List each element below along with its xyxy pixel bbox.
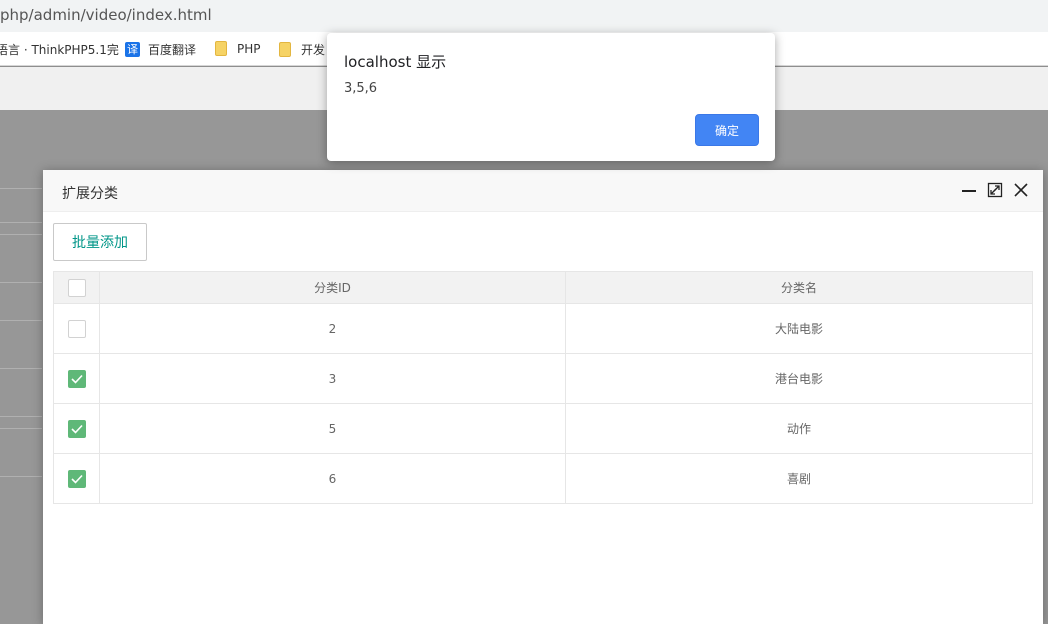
select-all-checkbox[interactable] bbox=[67, 278, 86, 297]
row-checkbox[interactable] bbox=[67, 419, 86, 438]
row-checkbox[interactable] bbox=[67, 469, 86, 488]
bookmark-php[interactable]: PHP bbox=[215, 41, 261, 56]
dialog-title: 扩展分类 bbox=[62, 186, 118, 202]
check-icon bbox=[70, 474, 83, 484]
close-icon[interactable] bbox=[1013, 182, 1029, 198]
category-table: 分类ID 分类名 2 大陆电影 3 港台电影 5 动作 6 喜剧 bbox=[53, 271, 1033, 504]
header-check-cell bbox=[53, 271, 100, 304]
dialog-window-controls bbox=[961, 182, 1029, 198]
category-name-cell: 动作 bbox=[565, 403, 1033, 454]
translate-icon: 译 bbox=[125, 42, 140, 57]
table-row[interactable]: 6 喜剧 bbox=[53, 453, 1033, 504]
browser-alert-dialog: localhost 显示 3,5,6 确定 bbox=[327, 33, 775, 161]
column-header-name[interactable]: 分类名 bbox=[565, 271, 1033, 304]
background-row-line bbox=[0, 416, 42, 417]
category-id-cell: 6 bbox=[99, 453, 566, 504]
bookmark-label: 开发 bbox=[301, 43, 326, 57]
background-row-line bbox=[0, 368, 42, 369]
category-id-cell: 3 bbox=[99, 353, 566, 404]
row-check-cell bbox=[53, 353, 100, 404]
alert-ok-button[interactable]: 确定 bbox=[695, 114, 759, 146]
check-icon bbox=[70, 374, 83, 384]
column-header-id[interactable]: 分类ID bbox=[99, 271, 566, 304]
row-check-cell bbox=[53, 303, 100, 354]
bookmark-label: PHP bbox=[237, 41, 261, 56]
category-name-cell: 港台电影 bbox=[565, 353, 1033, 404]
bookmark-dev[interactable]: 开发 bbox=[279, 41, 325, 58]
address-bar[interactable]: php/admin/video/index.html bbox=[0, 0, 1048, 32]
minimize-icon[interactable] bbox=[961, 182, 977, 198]
bookmark-label: 百度翻译 bbox=[148, 43, 197, 57]
background-row-line bbox=[0, 428, 42, 429]
maximize-icon[interactable] bbox=[987, 182, 1003, 198]
bookmark-thinkphp[interactable]: 语言 · ThinkPHP5.1完 bbox=[0, 41, 119, 58]
background-row-line bbox=[0, 476, 42, 477]
bookmark-label: 语言 · ThinkPHP5.1完 bbox=[0, 43, 119, 57]
category-name-cell: 大陆电影 bbox=[565, 303, 1033, 354]
dialog-titlebar[interactable]: 扩展分类 bbox=[43, 170, 1043, 212]
url-text[interactable]: php/admin/video/index.html bbox=[0, 6, 212, 24]
background-row-line bbox=[0, 320, 42, 321]
row-checkbox[interactable] bbox=[67, 369, 86, 388]
background-row-line bbox=[0, 234, 42, 235]
background-row-line bbox=[0, 222, 42, 223]
folder-icon bbox=[279, 42, 291, 57]
table-row[interactable]: 3 港台电影 bbox=[53, 353, 1033, 404]
row-check-cell bbox=[53, 453, 100, 504]
batch-add-button[interactable]: 批量添加 bbox=[53, 223, 147, 261]
row-check-cell bbox=[53, 403, 100, 454]
category-name-cell: 喜剧 bbox=[565, 453, 1033, 504]
table-row[interactable]: 5 动作 bbox=[53, 403, 1033, 454]
alert-message: 3,5,6 bbox=[344, 81, 378, 96]
table-row[interactable]: 2 大陆电影 bbox=[53, 303, 1033, 354]
table-header-row: 分类ID 分类名 bbox=[53, 271, 1033, 304]
extend-category-dialog: 扩展分类 批量添加 分类ID 分类名 2 大陆电影 3 港台电影 5 动作 6 … bbox=[43, 170, 1043, 624]
bookmark-baidu-translate[interactable]: 译 百度翻译 bbox=[125, 41, 196, 58]
row-checkbox[interactable] bbox=[67, 319, 86, 338]
background-row-line bbox=[0, 188, 42, 189]
background-row-line bbox=[0, 282, 42, 283]
category-id-cell: 5 bbox=[99, 403, 566, 454]
folder-icon bbox=[215, 41, 227, 56]
alert-title: localhost 显示 bbox=[344, 53, 447, 71]
category-id-cell: 2 bbox=[99, 303, 566, 354]
check-icon bbox=[70, 424, 83, 434]
